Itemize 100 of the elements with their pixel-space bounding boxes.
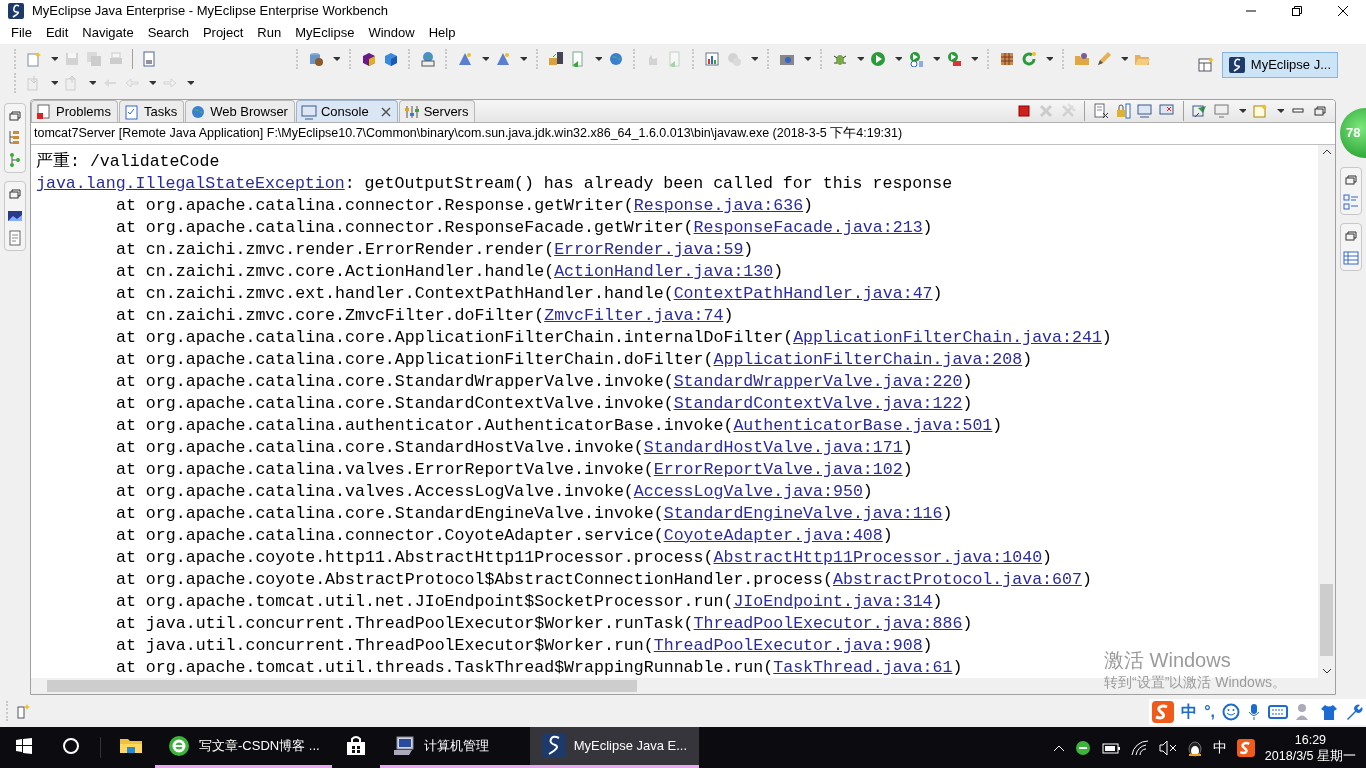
menu-item[interactable]: Help	[421, 22, 463, 44]
tree-icon[interactable]	[7, 152, 23, 168]
run-icon[interactable]	[946, 51, 962, 67]
source-link[interactable]: ThreadPoolExecutor.java:886	[693, 614, 963, 633]
source-link[interactable]: AuthenticatorBase.java:501	[733, 416, 993, 435]
menu-item[interactable]: Project	[195, 22, 251, 44]
menu-item[interactable]: Window	[361, 22, 422, 44]
wrench-icon[interactable]	[1345, 703, 1363, 721]
open-perspective-icon[interactable]	[1197, 56, 1214, 73]
view-tab[interactable]: Web Browser	[185, 100, 295, 122]
folder-icon[interactable]	[1074, 51, 1090, 67]
view-tab[interactable]: Tasks	[118, 100, 185, 122]
source-link[interactable]: ResponseFacade.java:213	[693, 218, 923, 237]
taskbar-button[interactable]: 写文章-CSDN博客 ...	[155, 727, 332, 768]
pin-icon[interactable]	[1192, 103, 1208, 119]
database-icon[interactable]	[308, 51, 324, 67]
view-tab[interactable]: Console	[295, 100, 398, 122]
penguin-icon[interactable]	[1186, 738, 1203, 757]
run-icon[interactable]	[870, 51, 886, 67]
pencil-icon[interactable]	[1096, 51, 1112, 67]
source-link[interactable]: ThreadPoolExecutor.java:908	[653, 636, 923, 655]
view-tab[interactable]: Problems	[31, 100, 118, 122]
maximize-icon[interactable]	[1312, 103, 1328, 119]
stop-icon[interactable]	[1016, 103, 1032, 119]
taskbar-button[interactable]: 计算机管理	[379, 727, 530, 768]
menu-item[interactable]: Navigate	[75, 22, 141, 44]
source-link[interactable]: ApplicationFilterChain.java:241	[793, 328, 1102, 347]
console-line: at org.apache.catalina.valves.ErrorReportValve.invoke(ErrorReportValve.java:102)	[116, 460, 913, 479]
source-link[interactable]: ZmvcFilter.java:74	[544, 306, 724, 325]
cube-icon[interactable]	[383, 51, 399, 67]
source-link[interactable]: AbstractHttp11Processor.java:1040	[713, 548, 1043, 567]
problems-icon[interactable]	[36, 103, 52, 120]
microphone-icon[interactable]	[1247, 703, 1261, 721]
source-link[interactable]: JIoEndpoint.java:314	[733, 592, 933, 611]
file-icon[interactable]	[141, 51, 157, 67]
outline-icon[interactable]	[1343, 194, 1359, 210]
scroll-lock-icon[interactable]	[1093, 103, 1109, 119]
server-icon[interactable]	[548, 51, 564, 67]
scrollbar-thumb[interactable]	[47, 680, 637, 692]
source-link[interactable]: AccessLogValve.java:950	[633, 482, 863, 501]
source-link[interactable]: TaskThread.java:61	[773, 658, 953, 677]
source-link[interactable]: StandardContextValve.java:122	[673, 394, 963, 413]
punctuation-toggle[interactable]: °,	[1204, 700, 1215, 724]
browser-icon[interactable]	[1074, 739, 1091, 756]
clock-time[interactable]: 16:29	[1264, 731, 1356, 748]
console-line: 严重: /validateCode	[36, 152, 220, 171]
lock-icon[interactable]	[1115, 103, 1131, 119]
menu-item[interactable]: MyEclipse	[288, 22, 362, 44]
source-link[interactable]: ErrorReportValve.java:102	[653, 460, 903, 479]
globe-icon[interactable]	[420, 51, 436, 67]
sogou-logo-icon[interactable]	[1236, 738, 1255, 757]
search-icon[interactable]	[62, 737, 80, 755]
table-icon[interactable]	[1343, 250, 1359, 266]
close-icon[interactable]	[380, 106, 391, 117]
input-mode-toggle[interactable]: 中	[1181, 700, 1198, 724]
view-tab[interactable]: Servers	[398, 100, 476, 122]
menu-item[interactable]: File	[4, 22, 39, 44]
console-line: at org.apache.tomcat.util.threads.TaskThread$WrappingRunnable.run(TaskThread.java:61)	[116, 658, 963, 677]
console-line: at org.apache.catalina.core.StandardEngineValve.invoke(StandardEngineValve.java:116)	[116, 504, 953, 523]
menu-item[interactable]: Edit	[38, 22, 76, 44]
source-link[interactable]: StandardHostValve.java:171	[643, 438, 903, 457]
source-link[interactable]: Response.java:636	[633, 196, 804, 215]
input-language-indicator[interactable]: 中	[1212, 737, 1227, 758]
cube-icon[interactable]	[361, 51, 377, 67]
perspective-button[interactable]: MyEclipse J...	[1221, 52, 1338, 78]
servers-icon[interactable]	[403, 103, 420, 120]
chart-icon[interactable]	[704, 51, 720, 67]
source-link[interactable]: ApplicationFilterChain.java:208	[713, 350, 1023, 369]
clock-date[interactable]: 2018/3/5 星期一	[1264, 747, 1356, 764]
menu-item[interactable]: Run	[250, 22, 289, 44]
myeclipse-logo-icon[interactable]	[1228, 56, 1245, 73]
source-link[interactable]: StandardEngineValve.java:116	[663, 504, 943, 523]
speaker-muted-icon[interactable]	[1158, 739, 1177, 756]
run-icon[interactable]	[908, 51, 924, 67]
myeclipse-logo-icon	[541, 734, 566, 758]
scrollbar-thumb[interactable]	[1320, 584, 1333, 656]
source-link[interactable]: ActionHandler.java:130	[554, 262, 774, 281]
windows-logo-icon[interactable]	[16, 738, 32, 754]
taskbar-button[interactable]: MyEclipse Java E...	[529, 727, 700, 768]
refresh-icon[interactable]	[1021, 51, 1037, 67]
smiley-icon[interactable]	[1222, 703, 1240, 721]
battery-icon[interactable]	[1100, 740, 1121, 755]
keyboard-icon[interactable]	[1268, 705, 1288, 719]
source-link[interactable]: ErrorRender.java:59	[554, 240, 744, 259]
globe-icon[interactable]	[608, 51, 624, 67]
source-link[interactable]: AbstractProtocol.java:607	[832, 570, 1082, 589]
triangle-icon[interactable]	[457, 51, 473, 67]
grid-icon[interactable]	[999, 51, 1015, 67]
triangle-icon[interactable]	[495, 51, 511, 67]
shirt-icon[interactable]	[1320, 703, 1338, 721]
source-link[interactable]: CoyoteAdapter.java:408	[663, 526, 883, 545]
menu-item[interactable]: Search	[140, 22, 196, 44]
globe-icon[interactable]	[190, 103, 207, 120]
tasks-icon[interactable]	[123, 103, 140, 120]
source-link[interactable]: StandardWrapperValve.java:220	[673, 372, 963, 391]
wifi-icon[interactable]	[1130, 739, 1149, 756]
source-link[interactable]: java.lang.IllegalStateException	[36, 174, 345, 193]
image-icon[interactable]	[7, 208, 23, 224]
source-link[interactable]: ContextPathHandler.java:47	[673, 284, 933, 303]
myeclipse-logo-icon[interactable]	[8, 3, 24, 19]
